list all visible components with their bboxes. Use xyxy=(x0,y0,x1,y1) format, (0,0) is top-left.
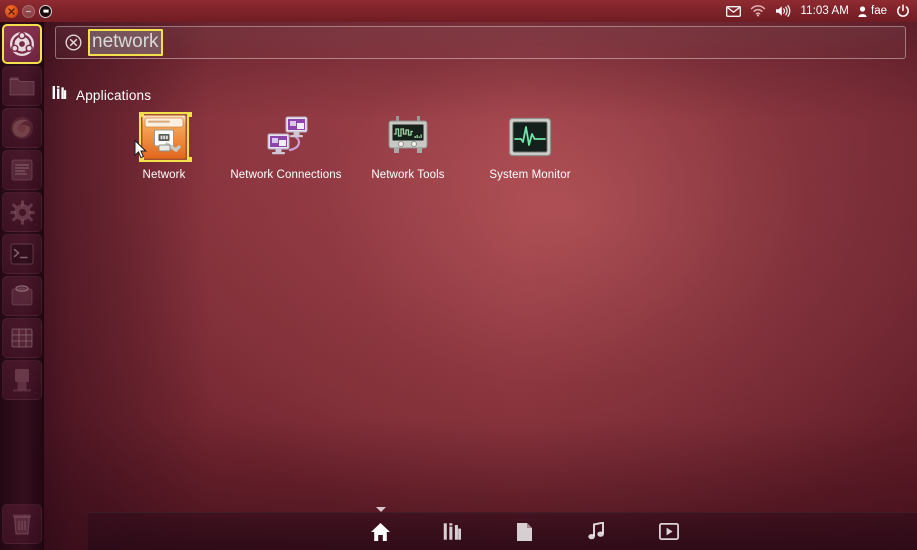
firefox-icon xyxy=(11,117,33,139)
panel-user-name: fae xyxy=(871,5,887,17)
launcher-item-terminal[interactable] xyxy=(2,234,42,274)
music-note-icon xyxy=(588,522,604,540)
maximize-window-button[interactable] xyxy=(39,4,52,18)
minimize-icon xyxy=(25,10,32,12)
desktop-screen: 11:03 AM fae network Applications Networ… xyxy=(0,0,917,550)
launcher-item-calc[interactable] xyxy=(2,318,42,358)
video-play-icon xyxy=(658,523,679,540)
result-network[interactable]: Network xyxy=(104,110,224,181)
ubuntu-logo-icon xyxy=(10,31,34,56)
result-label: Network Connections xyxy=(230,169,342,181)
launcher-item-system-settings[interactable] xyxy=(2,192,42,232)
trash-icon xyxy=(13,514,31,535)
minimize-window-button[interactable] xyxy=(22,4,35,18)
launcher-item-software-center[interactable] xyxy=(2,276,42,316)
maximize-icon xyxy=(42,9,49,13)
result-icon-container xyxy=(261,112,311,162)
search-input[interactable]: network xyxy=(88,29,163,56)
launcher-item-firefox[interactable] xyxy=(2,108,42,148)
close-window-button[interactable] xyxy=(5,4,18,18)
network-connections-icon xyxy=(267,116,308,155)
clear-search-icon[interactable] xyxy=(64,34,82,52)
launcher-item-bfb-dash-home[interactable] xyxy=(2,24,42,64)
applications-lens-icon xyxy=(52,85,67,105)
messaging-icon[interactable] xyxy=(726,5,742,17)
window-controls xyxy=(0,4,52,18)
dash-results-grid: Network Network Connections Network Tool… xyxy=(104,110,904,181)
house-icon xyxy=(371,522,390,541)
active-lens-marker xyxy=(375,506,386,512)
top-panel: 11:03 AM fae xyxy=(0,0,917,22)
user-icon xyxy=(858,5,867,17)
result-network-connections[interactable]: Network Connections xyxy=(226,110,346,181)
result-icon-container xyxy=(383,112,433,162)
dash-search-bar[interactable]: network xyxy=(55,26,906,59)
result-icon-container xyxy=(139,112,189,162)
bars-icon xyxy=(443,523,461,540)
result-label: Network xyxy=(142,169,186,181)
category-header-applications[interactable]: Applications xyxy=(52,85,151,105)
lens-home[interactable] xyxy=(366,506,396,545)
close-icon xyxy=(8,7,15,15)
result-icon-container xyxy=(505,112,555,162)
unity-launcher xyxy=(0,22,44,550)
dash-lens-bar xyxy=(88,506,917,550)
document-icon xyxy=(517,522,532,541)
category-title: Applications xyxy=(76,87,152,103)
launcher-item-impress[interactable] xyxy=(2,360,42,400)
network-tools-icon xyxy=(388,116,428,153)
spreadsheet-icon xyxy=(11,328,33,348)
software-center-icon xyxy=(11,285,33,306)
document-writer-icon xyxy=(11,159,33,181)
result-network-tools[interactable]: Network Tools xyxy=(348,110,468,181)
presentation-icon xyxy=(13,369,31,392)
unity-dash: network Applications Network Network Con… xyxy=(44,22,917,550)
gear-icon xyxy=(10,200,34,224)
folder-icon xyxy=(9,77,35,96)
wifi-icon[interactable] xyxy=(750,5,766,17)
result-label: Network Tools xyxy=(371,169,445,181)
panel-user-menu[interactable]: fae xyxy=(858,5,887,17)
terminal-icon xyxy=(10,243,34,265)
launcher-item-trash[interactable] xyxy=(2,504,42,544)
panel-clock[interactable]: 11:03 AM xyxy=(800,5,849,17)
lens-applications[interactable] xyxy=(438,519,468,545)
launcher-item-writer[interactable] xyxy=(2,150,42,190)
power-icon[interactable] xyxy=(896,4,910,18)
lens-music[interactable] xyxy=(582,519,612,545)
system-monitor-icon xyxy=(508,117,552,157)
result-system-monitor[interactable]: System Monitor xyxy=(470,110,590,181)
launcher-item-files[interactable] xyxy=(2,66,42,106)
lens-video[interactable] xyxy=(654,519,684,545)
panel-indicators: 11:03 AM fae xyxy=(726,4,917,18)
result-label: System Monitor xyxy=(489,169,571,181)
volume-icon[interactable] xyxy=(775,5,791,17)
network-folder-icon xyxy=(141,114,187,160)
lens-files[interactable] xyxy=(510,519,540,545)
